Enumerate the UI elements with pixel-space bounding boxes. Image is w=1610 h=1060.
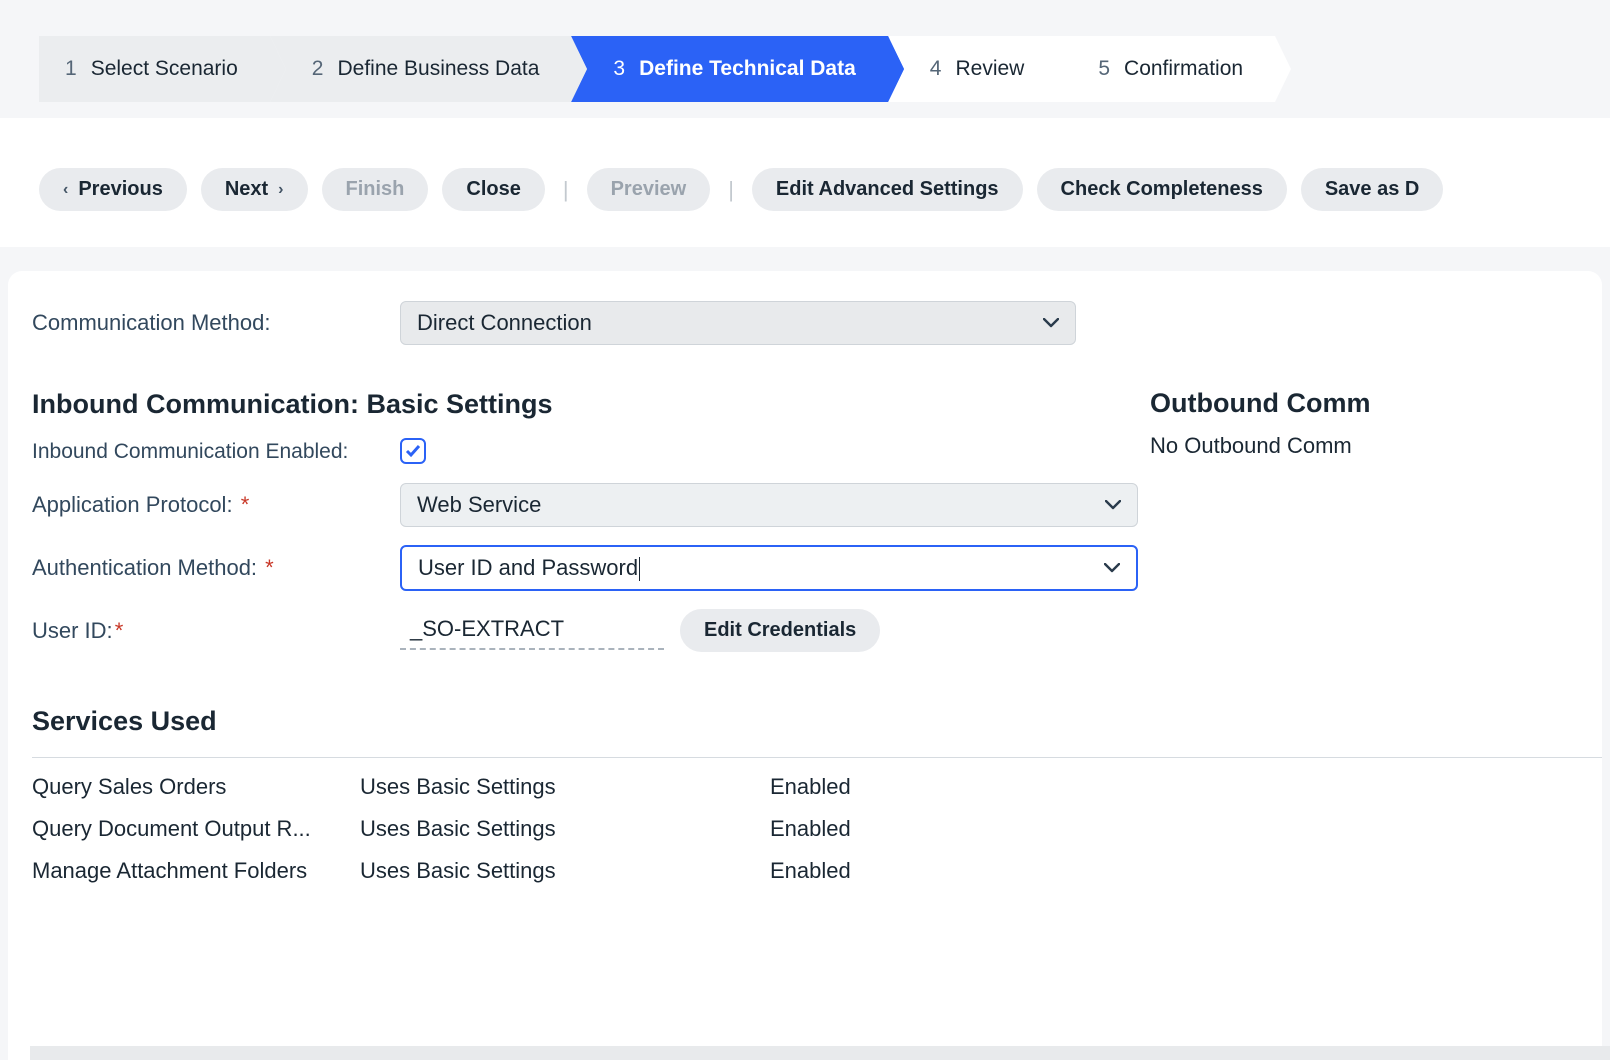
chevron-right-icon: › — [278, 181, 283, 199]
app-root: 1 Select Scenario 2 Define Business Data… — [0, 0, 1610, 1060]
communication-method-value: Direct Connection — [417, 310, 592, 336]
user-id-label: User ID:* — [32, 618, 400, 644]
wizard-step-number: 2 — [312, 57, 324, 81]
edit-credentials-button[interactable]: Edit Credentials — [680, 609, 880, 652]
wizard-step-1[interactable]: 1 Select Scenario — [39, 36, 270, 102]
finish-button: Finish — [322, 168, 429, 211]
chevron-left-icon: ‹ — [63, 181, 68, 199]
service-status: Enabled — [770, 774, 970, 800]
wizard-step-number: 1 — [65, 57, 77, 81]
authentication-method-label: Authentication Method: * — [32, 555, 400, 581]
inbound-enabled-checkbox[interactable] — [400, 438, 426, 464]
wizard-step-number: 4 — [930, 57, 942, 81]
services-used-title: Services Used — [32, 706, 1602, 737]
text-cursor — [639, 557, 640, 581]
service-settings: Uses Basic Settings — [360, 858, 770, 884]
wizard-steps: 1 Select Scenario 2 Define Business Data… — [39, 36, 1275, 102]
previous-button[interactable]: ‹ Previous — [39, 168, 187, 211]
outbound-section-title: Outbound Comm — [1150, 388, 1370, 419]
service-row: Query Sales Orders Uses Basic Settings E… — [32, 766, 1602, 808]
service-settings: Uses Basic Settings — [360, 774, 770, 800]
service-status: Enabled — [770, 858, 970, 884]
wizard-step-4[interactable]: 4 Review — [888, 36, 1057, 102]
service-name: Query Document Output R... — [32, 816, 360, 842]
edit-advanced-label: Edit Advanced Settings — [776, 178, 999, 201]
close-button[interactable]: Close — [442, 168, 544, 211]
preview-label: Preview — [611, 178, 687, 201]
edit-credentials-label: Edit Credentials — [704, 619, 856, 642]
save-as-draft-button[interactable]: Save as D — [1301, 168, 1444, 211]
application-protocol-row: Application Protocol: * Web Service — [32, 483, 1602, 527]
outbound-text: No Outbound Comm — [1150, 433, 1370, 459]
application-protocol-select[interactable]: Web Service — [400, 483, 1138, 527]
service-row: Query Document Output R... Uses Basic Se… — [32, 808, 1602, 850]
user-id-row: User ID:* _SO-EXTRACT Edit Credentials — [32, 609, 1602, 652]
chevron-down-icon — [1104, 560, 1120, 576]
user-id-label-text: User ID: — [32, 618, 113, 643]
application-protocol-label: Application Protocol: * — [32, 492, 400, 518]
application-protocol-label-text: Application Protocol: — [32, 492, 233, 517]
chevron-down-icon — [1043, 315, 1059, 331]
main-panel: Communication Method: Direct Connection … — [8, 271, 1602, 1060]
check-completeness-label: Check Completeness — [1061, 178, 1263, 201]
outbound-section: Outbound Comm No Outbound Comm — [1150, 388, 1370, 459]
wizard-step-3[interactable]: 3 Define Technical Data — [571, 36, 887, 102]
required-indicator: * — [265, 555, 274, 580]
toolbar: ‹ Previous Next › Finish Close | Preview… — [39, 118, 1610, 247]
inbound-enabled-label: Inbound Communication Enabled: — [32, 438, 400, 465]
previous-label: Previous — [78, 178, 162, 201]
service-settings: Uses Basic Settings — [360, 816, 770, 842]
service-name: Query Sales Orders — [32, 774, 360, 800]
communication-method-row: Communication Method: Direct Connection — [32, 301, 1602, 345]
authentication-method-value: User ID and Password — [418, 555, 640, 581]
services-divider — [32, 757, 1602, 766]
user-id-value[interactable]: _SO-EXTRACT — [400, 612, 664, 650]
save-as-draft-label: Save as D — [1325, 178, 1420, 201]
authentication-method-select[interactable]: User ID and Password — [400, 545, 1138, 591]
required-indicator: * — [241, 492, 250, 517]
horizontal-scrollbar[interactable] — [30, 1046, 1610, 1060]
close-label: Close — [466, 178, 520, 201]
wizard-step-label: Define Technical Data — [639, 57, 856, 81]
wizard-step-number: 5 — [1098, 57, 1110, 81]
wizard-step-5[interactable]: 5 Confirmation — [1056, 36, 1275, 102]
toolbar-divider: | — [559, 177, 573, 203]
wizard-step-label: Define Business Data — [337, 57, 539, 81]
service-row: Manage Attachment Folders Uses Basic Set… — [32, 850, 1602, 892]
chevron-down-icon — [1105, 497, 1121, 513]
next-label: Next — [225, 178, 268, 201]
wizard-step-2[interactable]: 2 Define Business Data — [270, 36, 572, 102]
finish-label: Finish — [346, 178, 405, 201]
check-completeness-button[interactable]: Check Completeness — [1037, 168, 1287, 211]
edit-advanced-settings-button[interactable]: Edit Advanced Settings — [752, 168, 1023, 211]
toolbar-divider: | — [724, 177, 738, 203]
required-indicator: * — [115, 618, 124, 643]
authentication-method-label-text: Authentication Method: — [32, 555, 257, 580]
service-name: Manage Attachment Folders — [32, 858, 360, 884]
wizard-step-label: Confirmation — [1124, 57, 1243, 81]
checkmark-icon — [405, 444, 421, 458]
communication-method-select[interactable]: Direct Connection — [400, 301, 1076, 345]
application-protocol-value: Web Service — [417, 492, 541, 518]
communication-method-label: Communication Method: — [32, 310, 400, 336]
service-status: Enabled — [770, 816, 970, 842]
preview-button: Preview — [587, 168, 711, 211]
wizard-step-label: Review — [955, 57, 1024, 81]
wizard-step-number: 3 — [613, 57, 625, 81]
next-button[interactable]: Next › — [201, 168, 308, 211]
authentication-method-row: Authentication Method: * User ID and Pas… — [32, 545, 1602, 591]
wizard-step-label: Select Scenario — [91, 57, 238, 81]
